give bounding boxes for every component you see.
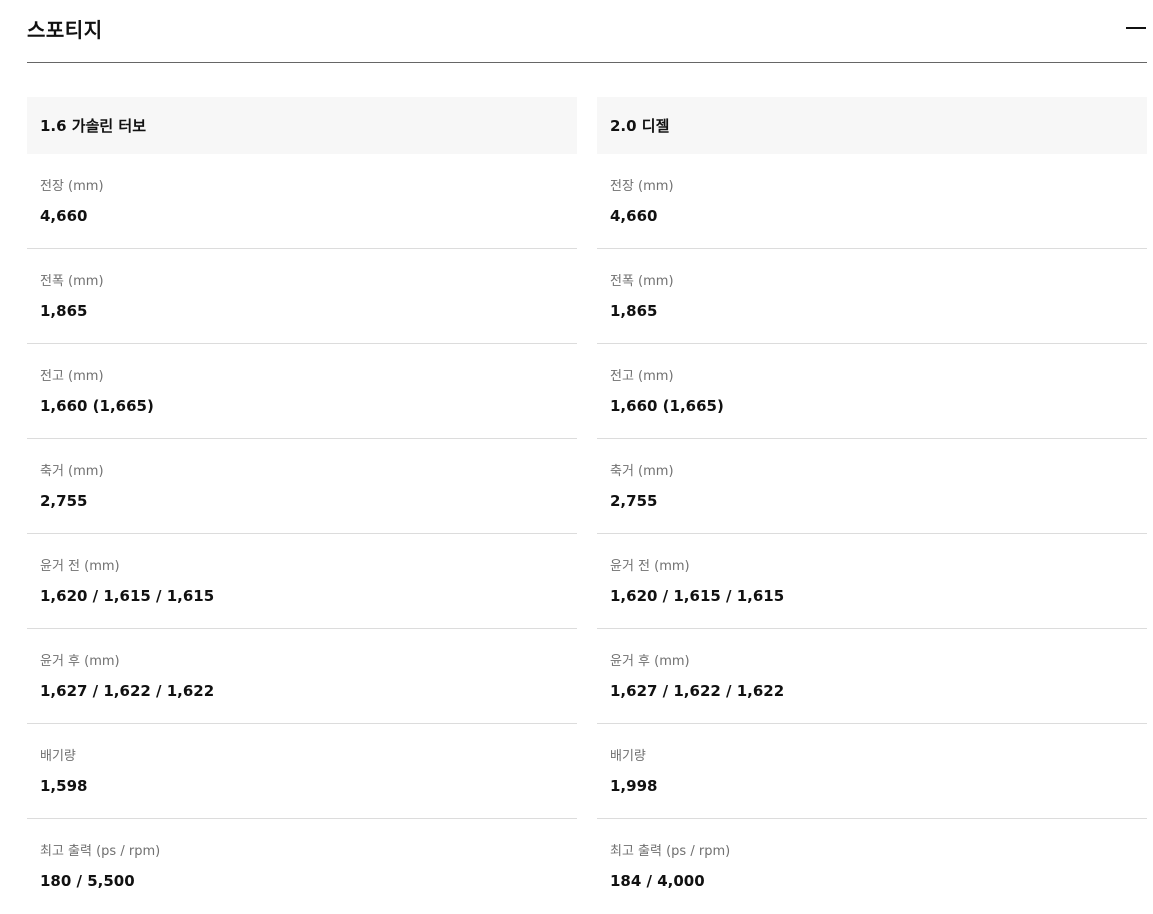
spec-row-wheelbase: 축거 (mm) 2,755 bbox=[27, 439, 577, 534]
spec-value: 180 / 5,500 bbox=[40, 872, 135, 890]
spec-row-front-track: 윤거 전 (mm) 1,620 / 1,615 / 1,615 bbox=[27, 534, 577, 629]
spec-label: 전장 (mm) bbox=[40, 179, 104, 194]
spec-row-width: 전폭 (mm) 1,865 bbox=[597, 249, 1147, 344]
spec-row-max-power: 최고 출력 (ps / rpm) 180 / 5,500 bbox=[27, 819, 577, 914]
spec-row-max-power: 최고 출력 (ps / rpm) 184 / 4,000 bbox=[597, 819, 1147, 914]
spec-row-displacement: 배기량 1,598 bbox=[27, 724, 577, 819]
spec-columns: 1.6 가솔린 터보 전장 (mm) 4,660 전폭 (mm) 1,865 전… bbox=[27, 97, 1147, 914]
spec-value: 1,660 (1,665) bbox=[610, 397, 724, 415]
section-title: 스포티지 bbox=[27, 18, 103, 42]
spec-label: 전고 (mm) bbox=[610, 369, 674, 384]
spec-row-rear-track: 윤거 후 (mm) 1,627 / 1,622 / 1,622 bbox=[27, 629, 577, 724]
spec-value: 1,865 bbox=[40, 302, 88, 320]
spec-row-height: 전고 (mm) 1,660 (1,665) bbox=[597, 344, 1147, 439]
spec-label: 최고 출력 (ps / rpm) bbox=[40, 844, 161, 859]
spec-label: 최고 출력 (ps / rpm) bbox=[610, 844, 731, 859]
spec-row-width: 전폭 (mm) 1,865 bbox=[27, 249, 577, 344]
spec-label: 전폭 (mm) bbox=[40, 274, 104, 289]
spec-label: 배기량 bbox=[610, 749, 646, 764]
spec-label: 전장 (mm) bbox=[610, 179, 674, 194]
spec-label: 전고 (mm) bbox=[40, 369, 104, 384]
engine-header: 1.6 가솔린 터보 bbox=[27, 97, 577, 154]
spec-column-diesel: 2.0 디젤 전장 (mm) 4,660 전폭 (mm) 1,865 전고 (m… bbox=[597, 97, 1147, 914]
collapse-button[interactable] bbox=[1125, 17, 1147, 39]
spec-row-displacement: 배기량 1,998 bbox=[597, 724, 1147, 819]
spec-row-front-track: 윤거 전 (mm) 1,620 / 1,615 / 1,615 bbox=[597, 534, 1147, 629]
spec-row-height: 전고 (mm) 1,660 (1,665) bbox=[27, 344, 577, 439]
spec-value: 4,660 bbox=[40, 207, 88, 225]
spec-row-length: 전장 (mm) 4,660 bbox=[27, 154, 577, 249]
spec-row-wheelbase: 축거 (mm) 2,755 bbox=[597, 439, 1147, 534]
spec-value: 184 / 4,000 bbox=[610, 872, 705, 890]
section-header: 스포티지 bbox=[27, 0, 1147, 63]
spec-value: 1,598 bbox=[40, 777, 88, 795]
spec-value: 1,620 / 1,615 / 1,615 bbox=[610, 587, 785, 605]
spec-label: 축거 (mm) bbox=[40, 464, 104, 479]
spec-value: 1,660 (1,665) bbox=[40, 397, 154, 415]
spec-value: 1,627 / 1,622 / 1,622 bbox=[610, 682, 785, 700]
spec-label: 윤거 전 (mm) bbox=[40, 559, 120, 574]
spec-label: 윤거 후 (mm) bbox=[610, 654, 690, 669]
spec-label: 축거 (mm) bbox=[610, 464, 674, 479]
spec-label: 윤거 후 (mm) bbox=[40, 654, 120, 669]
spec-value: 1,620 / 1,615 / 1,615 bbox=[40, 587, 215, 605]
spec-value: 1,998 bbox=[610, 777, 658, 795]
spec-label: 배기량 bbox=[40, 749, 76, 764]
spec-value: 2,755 bbox=[40, 492, 88, 510]
spec-label: 윤거 전 (mm) bbox=[610, 559, 690, 574]
spec-row-length: 전장 (mm) 4,660 bbox=[597, 154, 1147, 249]
minus-icon bbox=[1126, 27, 1146, 29]
spec-value: 2,755 bbox=[610, 492, 658, 510]
spec-value: 1,627 / 1,622 / 1,622 bbox=[40, 682, 215, 700]
spec-column-gasoline: 1.6 가솔린 터보 전장 (mm) 4,660 전폭 (mm) 1,865 전… bbox=[27, 97, 577, 914]
spec-value: 1,865 bbox=[610, 302, 658, 320]
engine-header: 2.0 디젤 bbox=[597, 97, 1147, 154]
spec-label: 전폭 (mm) bbox=[610, 274, 674, 289]
spec-row-rear-track: 윤거 후 (mm) 1,627 / 1,622 / 1,622 bbox=[597, 629, 1147, 724]
spec-value: 4,660 bbox=[610, 207, 658, 225]
